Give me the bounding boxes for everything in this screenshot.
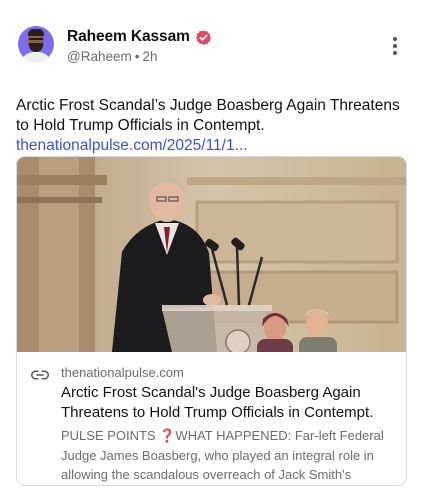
card-body: thenationalpulse.com Arctic Frost Scanda…	[17, 352, 406, 485]
card-image[interactable]	[17, 157, 406, 352]
post-header: Raheem Kassam @Raheem • 2h	[16, 16, 407, 66]
card-description: PULSE POINTS ❓WHAT HAPPENED: Far-left Fe…	[61, 428, 384, 482]
post-time[interactable]: 2h	[142, 49, 157, 64]
author-info: Raheem Kassam @Raheem • 2h	[67, 26, 212, 67]
card-domain: thenationalpulse.com	[61, 365, 184, 380]
more-vertical-icon[interactable]	[389, 37, 401, 55]
post-link[interactable]: thenationalpulse.com/2025/11/1...	[16, 136, 411, 156]
avatar[interactable]	[18, 26, 54, 62]
post-text: Arctic Frost Scandal’s Judge Boasberg Ag…	[16, 96, 411, 156]
verified-badge-icon	[195, 29, 212, 46]
author-handle[interactable]: @Raheem	[67, 49, 132, 64]
author-name[interactable]: Raheem Kassam	[67, 28, 190, 46]
card-title[interactable]: Arctic Frost Scandal's Judge Boasberg Ag…	[61, 383, 392, 423]
post-meta: @Raheem • 2h	[67, 49, 212, 67]
post-body: Arctic Frost Scandal’s Judge Boasberg Ag…	[16, 97, 400, 134]
link-icon	[31, 370, 49, 380]
link-preview-card[interactable]: thenationalpulse.com Arctic Frost Scanda…	[16, 156, 407, 486]
meta-separator: •	[134, 49, 140, 64]
post: Raheem Kassam @Raheem • 2h Arctic Frost Sc…	[0, 0, 423, 500]
